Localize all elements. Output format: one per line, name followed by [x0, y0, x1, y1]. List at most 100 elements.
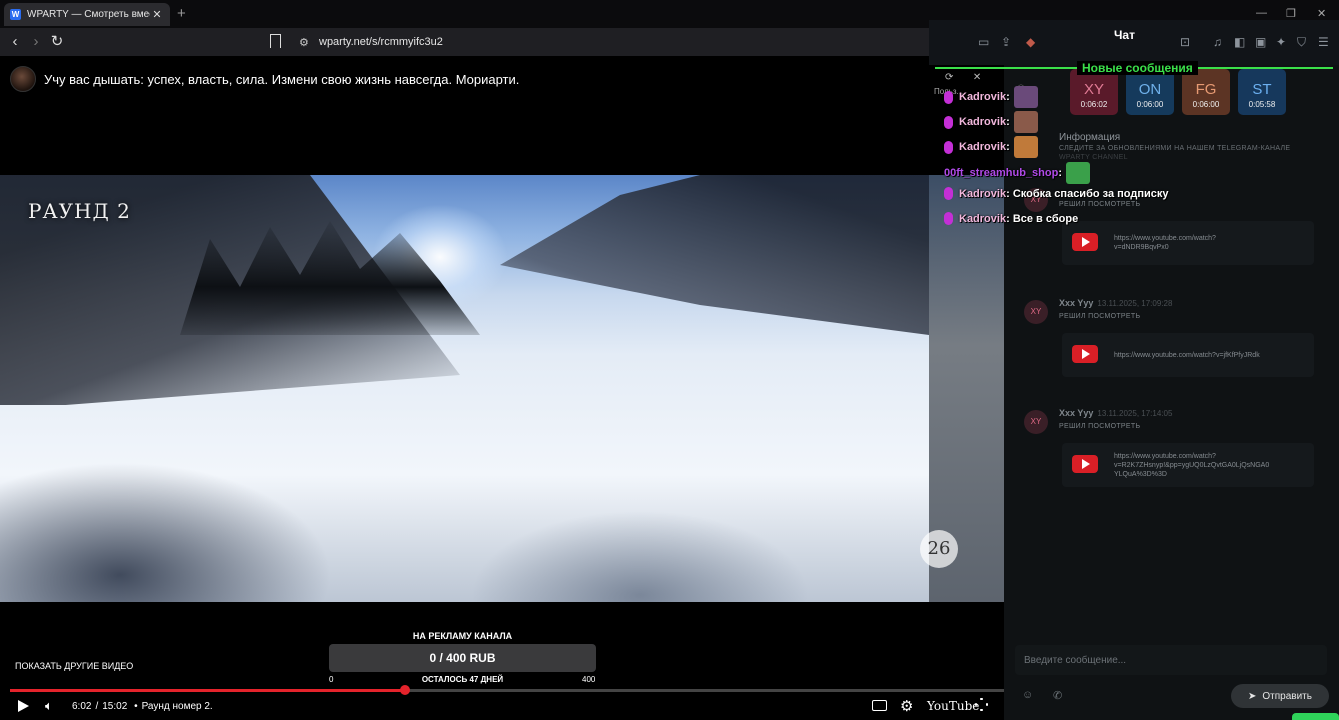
chapter-bullet: • [134, 701, 138, 712]
message-avatar[interactable]: XY [1024, 410, 1048, 434]
minimize-icon[interactable]: — [1256, 7, 1267, 19]
send-icon: ➤ [1248, 690, 1257, 702]
gear-icon[interactable]: ⚙ [900, 697, 913, 715]
participant-initials: ST [1252, 81, 1272, 98]
participant-tile[interactable]: ON 0:06:00 [1126, 69, 1174, 115]
message-author: Xxx Yyy 13.11.2025, 17:14:05 [1059, 408, 1172, 418]
participant-initials: FG [1195, 81, 1217, 98]
video-title: Учу вас дышать: успех, власть, сила. Изм… [44, 71, 520, 87]
youtube-link-card[interactable]: https://www.youtube.com/watch? v=dNDR9Bq… [1062, 221, 1314, 265]
message-avatar[interactable]: XY [1024, 300, 1048, 324]
youtube-play-icon[interactable] [1072, 233, 1098, 251]
youtube-url[interactable]: https://www.youtube.com/watch?v=jfKfPfyJ… [1114, 351, 1260, 360]
participant-tile[interactable]: ST 0:05:58 [1238, 69, 1286, 115]
emote-image [1066, 162, 1091, 184]
send-label: Отправить [1262, 690, 1312, 702]
overlay-author: Kadrovik [959, 187, 1007, 200]
sidebar-icon[interactable]: ◧ [1234, 35, 1245, 49]
chat-input-box[interactable] [1015, 645, 1327, 675]
overlay-colon: : [1058, 167, 1066, 179]
info-title: Информация [1059, 132, 1121, 143]
site-settings-icon[interactable]: ⚙ [299, 36, 309, 49]
overlay-colon: : [1006, 187, 1013, 200]
participant-tile[interactable]: FG 0:06:00 [1182, 69, 1230, 115]
youtube-play-icon[interactable] [1072, 455, 1098, 473]
close-window-icon[interactable]: ✕ [1317, 7, 1326, 20]
youtube-logo[interactable]: YouTube [927, 699, 979, 713]
overlay-chat-message: 00ft_streamhub_shop: [944, 162, 1091, 184]
overlay-chat-message: Kadrovik: Все в сборе [944, 212, 1078, 225]
participant-initials: XY [1083, 81, 1104, 98]
author-name: Xxx Yyy [1059, 298, 1094, 308]
video-frame[interactable]: РАУНД 2 [0, 175, 929, 602]
info-subtitle: СЛЕДИТЕ ЗА ОБНОВЛЕНИЯМИ НА НАШЕМ TELEGRA… [1059, 145, 1291, 152]
overlay-chat-message: Kadrovik: [944, 136, 1038, 158]
overlay-colon: : [1006, 91, 1013, 103]
message-input[interactable] [1015, 645, 1327, 675]
url-field[interactable]: wparty.net/s/rcmmyifc3u2 [319, 36, 443, 48]
chapter-title[interactable]: Раунд номер 2. [142, 701, 213, 712]
mic-icon [944, 212, 953, 225]
youtube-url[interactable]: https://www.youtube.com/watch? v=dNDR9Bq… [1114, 234, 1216, 252]
ad-goal-max: 400 [582, 675, 596, 684]
mountain-right [500, 175, 929, 335]
overlay-author: Kadrovik [959, 91, 1007, 103]
refresh-icon[interactable]: ⟳ [945, 72, 953, 83]
watermark-badge: 26 [920, 530, 958, 568]
extension-icon[interactable]: ◆ [1026, 35, 1035, 49]
volume-icon[interactable]: 🔈︎ [45, 698, 53, 714]
ad-goal-remaining: ОСТАЛОСЬ 47 ДНЕЙ [421, 675, 504, 684]
wallet-icon[interactable]: ▣ [1255, 35, 1266, 49]
seek-bar-fill [10, 689, 406, 692]
participant-time: 0:06:00 [1192, 100, 1220, 109]
music-icon[interactable]: ♫ [1213, 35, 1222, 49]
message-date: 13.11.2025, 17:09:28 [1097, 299, 1173, 308]
youtube-url[interactable]: https://www.youtube.com/watch? v=R2K7ZHs… [1114, 452, 1269, 479]
sparkle-icon[interactable]: ✦ [1276, 35, 1286, 49]
mic-icon [944, 140, 953, 154]
overlay-author: Kadrovik [959, 212, 1007, 225]
seek-bar[interactable] [10, 685, 1045, 695]
tab-title: WPARTY — Смотреть вместе [27, 9, 150, 20]
seek-bar-knob[interactable] [400, 685, 411, 695]
overlay-colon: : [1006, 212, 1013, 225]
emote-image [1013, 111, 1038, 133]
participant-time: 0:06:02 [1080, 100, 1108, 109]
call-icon[interactable]: ✆ [1053, 689, 1062, 702]
message-label: РЕШИЛ ПОСМОТРЕТЬ [1059, 313, 1141, 320]
shield-icon[interactable]: ⛉ [1297, 35, 1306, 50]
share-icon[interactable]: ⇪ [1001, 35, 1011, 49]
youtube-link-card[interactable]: https://www.youtube.com/watch? v=R2K7ZHs… [1062, 443, 1314, 487]
overlay-colon: : [1006, 141, 1013, 153]
emoji-icon[interactable]: ☺ [1022, 689, 1033, 701]
channel-avatar[interactable] [10, 66, 36, 92]
participant-tile[interactable]: XY 0:06:02 [1070, 69, 1118, 115]
bookmark-icon[interactable] [270, 34, 281, 48]
overlay-tools: ⟳ ✕ [945, 72, 981, 83]
send-button[interactable]: ➤ Отправить [1231, 684, 1329, 708]
menu-icon[interactable]: ☰ [1318, 35, 1329, 49]
show-other-videos-button[interactable]: ПОКАЗАТЬ ДРУГИЕ ВИДЕО [15, 661, 133, 671]
browser-tab[interactable]: W WPARTY — Смотреть вместе ✕ [4, 3, 170, 26]
back-icon[interactable]: ‹ [6, 33, 24, 51]
ad-goal-amount[interactable]: 0 / 400 RUB [329, 644, 596, 672]
youtube-link-card[interactable]: https://www.youtube.com/watch?v=jfKfPfyJ… [1062, 333, 1314, 377]
restore-icon[interactable]: ❐ [1286, 7, 1296, 20]
play-icon[interactable] [18, 700, 29, 712]
subtitles-icon[interactable] [872, 700, 887, 711]
forward-icon[interactable]: › [27, 33, 45, 51]
chat-title: Чат [1114, 28, 1135, 42]
wparty-icon: W [10, 9, 21, 20]
mic-icon [944, 90, 953, 104]
close-overlay-icon[interactable]: ✕ [973, 72, 981, 83]
screen-icon[interactable]: ▭ [978, 35, 989, 49]
screen: W WPARTY — Смотреть вместе ✕ + — ❐ ✕ ‹ ›… [0, 0, 1339, 720]
new-tab-button[interactable]: + [177, 5, 186, 22]
reload-icon[interactable]: ↻ [48, 33, 66, 51]
youtube-play-icon[interactable] [1072, 345, 1098, 363]
translate-icon[interactable]: ⊡ [1180, 35, 1190, 49]
close-tab-icon[interactable]: ✕ [150, 8, 164, 21]
overlay-text: Все в сборе [1012, 212, 1079, 225]
message-date: 13.11.2025, 17:14:05 [1097, 409, 1173, 418]
overlay-chat-message: Kadrovik: [944, 86, 1038, 108]
